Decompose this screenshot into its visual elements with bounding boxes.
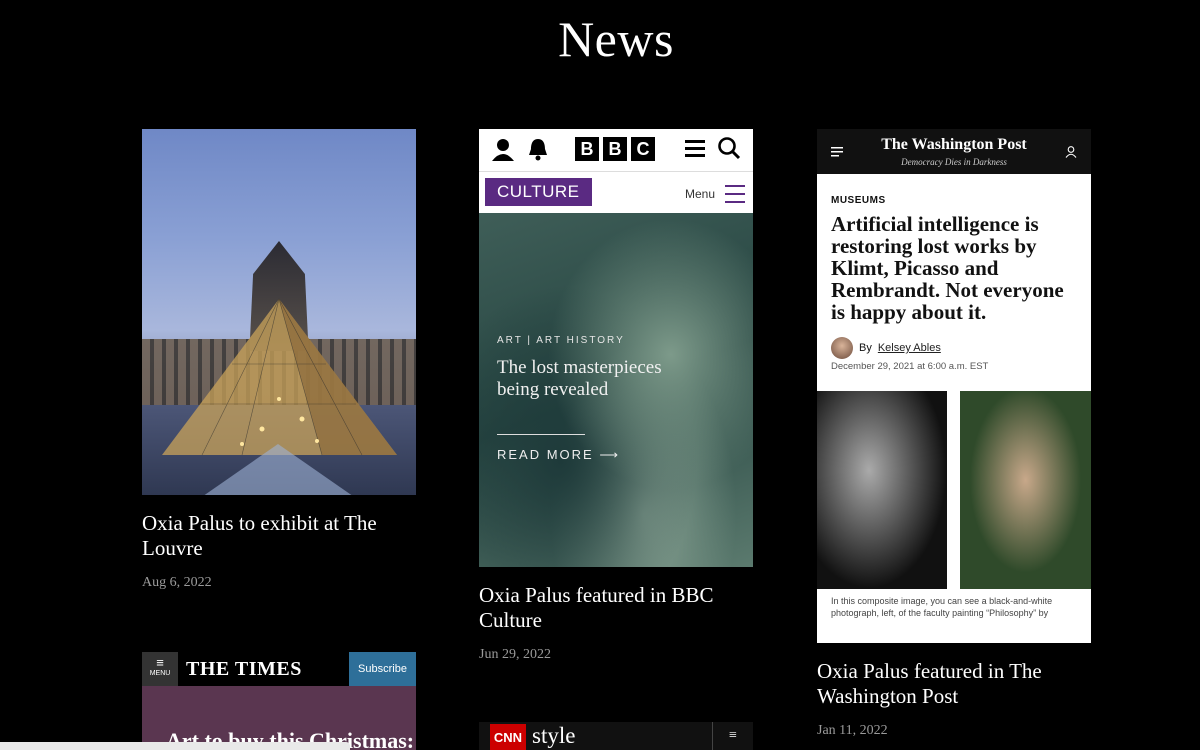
arrow-right-icon: ⟶ <box>599 447 620 462</box>
bbc-topbar: B B C <box>479 129 753 171</box>
article-date: Aug 6, 2022 <box>142 575 212 590</box>
article-title[interactable]: Oxia Palus featured in The Washington Po… <box>817 659 1091 709</box>
culture-badge: CULTURE <box>485 178 592 206</box>
hamburger-icon: ≡ <box>712 722 753 750</box>
bbc-logo-letter: B <box>603 137 627 161</box>
wapo-tagline: Democracy Dies in Darkness <box>901 157 1007 167</box>
menu-icon <box>685 140 705 157</box>
wapo-screenshot[interactable]: The Washington Post Democracy Dies in Da… <box>817 129 1091 643</box>
author-link: Kelsey Ables <box>877 342 941 354</box>
bbc-subbar: CULTURE Menu <box>479 171 753 214</box>
user-icon <box>1065 146 1077 158</box>
cookie-banner[interactable] <box>0 742 350 750</box>
news-card-times[interactable]: ≡ MENU THE TIMES Subscribe Art to buy th… <box>142 652 416 750</box>
article-date: Jun 29, 2022 <box>479 647 551 662</box>
bbc-divider <box>497 434 585 435</box>
news-card-bbc[interactable]: B B C CULTURE Menu ART | ART HISTORY The… <box>479 129 753 663</box>
wapo-dateline: December 29, 2021 at 6:00 a.m. EST <box>831 361 989 372</box>
wapo-brand: The Washington Post <box>881 136 1027 153</box>
times-subscribe: Subscribe <box>349 652 416 686</box>
bbc-menu: Menu <box>685 185 745 203</box>
user-icon <box>492 139 514 161</box>
wapo-caption: In this composite image, you can see a b… <box>831 596 1053 618</box>
hamburger-icon <box>725 185 745 203</box>
page-title: News <box>558 11 674 67</box>
wapo-section: MUSEUMS <box>831 195 886 206</box>
hamburger-icon: ≡ <box>156 655 164 670</box>
cnn-screenshot[interactable]: CNN style ≡ <box>479 722 753 750</box>
bbc-logo-letter: C <box>631 137 655 161</box>
times-menu-label: MENU <box>149 670 171 677</box>
bell-icon <box>529 139 547 161</box>
wapo-header: The Washington Post Democracy Dies in Da… <box>817 129 1091 174</box>
article-date: Jan 11, 2022 <box>817 723 888 738</box>
bbc-read-more-label: READ MORE <box>497 447 594 462</box>
times-menu: ≡ MENU <box>142 652 178 686</box>
wapo-photo-bw <box>817 391 947 589</box>
news-card-wapo[interactable]: The Washington Post Democracy Dies in Da… <box>817 129 1091 739</box>
article-title[interactable]: Oxia Palus to exhibit at The Louvre <box>142 511 416 561</box>
bbc-menu-label: Menu <box>684 187 715 201</box>
times-screenshot[interactable]: ≡ MENU THE TIMES Subscribe Art to buy th… <box>142 652 416 750</box>
wapo-byline: By Kelsey Ables <box>831 337 941 359</box>
pyramid-graphic <box>162 298 397 495</box>
cnn-logo: CNN <box>490 724 526 750</box>
cnn-style-word: style <box>532 723 576 748</box>
news-card-cnn[interactable]: CNN style ≡ <box>479 722 753 750</box>
news-card-louvre[interactable]: Oxia Palus to exhibit at The Louvre Aug … <box>142 129 416 591</box>
article-title[interactable]: Oxia Palus featured in BBC Culture <box>479 583 753 633</box>
bbc-logo-letter: B <box>575 137 599 161</box>
louvre-pyramid-image[interactable] <box>142 129 416 495</box>
wapo-headline: Artificial intelligence is restoring los… <box>831 212 1064 324</box>
bbc-logo: B B C <box>575 137 655 161</box>
wapo-photo-color <box>960 391 1091 589</box>
byline-prefix: By <box>859 342 872 354</box>
search-icon <box>718 137 741 160</box>
bbc-headline: The lost masterpieces being revealed <box>497 357 662 400</box>
bbc-kicker: ART | ART HISTORY <box>497 335 625 346</box>
bbc-read-more: READ MORE ⟶ <box>497 447 620 463</box>
bbc-culture-screenshot[interactable]: B B C CULTURE Menu ART | ART HISTORY The… <box>479 129 753 567</box>
times-logo: THE TIMES <box>186 658 302 680</box>
author-avatar <box>831 337 853 359</box>
